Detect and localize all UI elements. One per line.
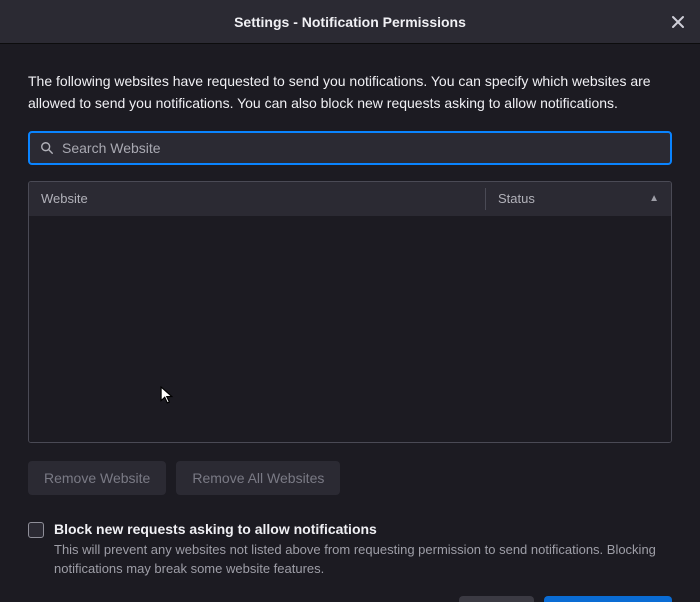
- dialog-titlebar: Settings - Notification Permissions: [0, 0, 700, 44]
- column-status[interactable]: Status ▲: [486, 182, 671, 216]
- search-icon: [40, 141, 54, 155]
- block-new-requests-sub: This will prevent any websites not liste…: [54, 541, 672, 579]
- table-header: Website Status ▲: [29, 182, 671, 216]
- cancel-button[interactable]: Cancel: [459, 596, 535, 602]
- sort-ascending-icon: ▲: [649, 193, 659, 204]
- remove-website-button[interactable]: Remove Website: [28, 461, 166, 495]
- block-new-requests-label: Block new requests asking to allow notif…: [54, 521, 672, 537]
- dialog-content: The following websites have requested to…: [0, 44, 700, 602]
- close-icon[interactable]: [666, 10, 690, 34]
- block-new-requests-checkbox[interactable]: [28, 522, 44, 538]
- column-status-label: Status: [498, 191, 535, 206]
- search-input[interactable]: [62, 140, 660, 156]
- table-actions: Remove Website Remove All Websites: [28, 461, 672, 495]
- column-website-label: Website: [41, 191, 88, 206]
- table-body: [29, 216, 671, 442]
- dialog-footer: Cancel Save Changes: [28, 596, 672, 602]
- block-new-requests-text: Block new requests asking to allow notif…: [54, 521, 672, 579]
- search-field[interactable]: [28, 131, 672, 165]
- block-new-requests-row: Block new requests asking to allow notif…: [28, 521, 672, 579]
- websites-table: Website Status ▲: [28, 181, 672, 443]
- intro-text: The following websites have requested to…: [28, 70, 672, 115]
- column-website[interactable]: Website: [29, 182, 485, 216]
- remove-all-websites-button[interactable]: Remove All Websites: [176, 461, 340, 495]
- save-changes-button[interactable]: Save Changes: [544, 596, 672, 602]
- dialog-title: Settings - Notification Permissions: [234, 14, 466, 30]
